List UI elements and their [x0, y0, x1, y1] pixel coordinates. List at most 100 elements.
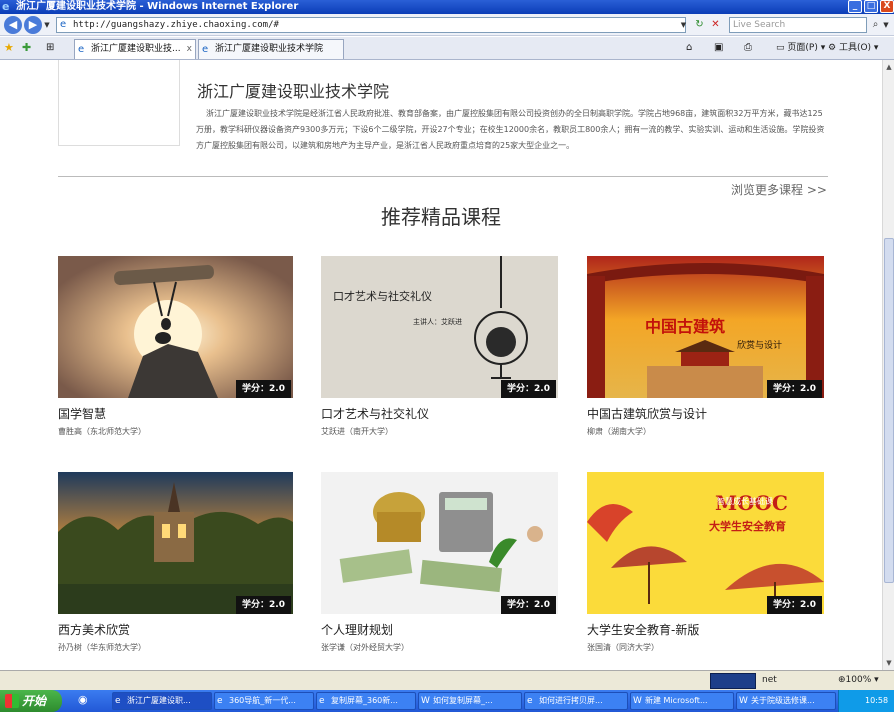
course-card-image[interactable]: 学分：2.0: [321, 472, 558, 614]
tools-menu[interactable]: ⚙ 工具(O) ▾: [828, 41, 878, 55]
stop-icon[interactable]: ✕: [708, 17, 723, 33]
address-bar-row: ◀ ▶ ▼ e http://guangshazy.zhiye.chaoxing…: [0, 14, 894, 36]
word-icon: W: [421, 696, 430, 706]
school-name: 浙江广厦建设职业技术学院: [197, 82, 390, 101]
course-title[interactable]: 个人理财规划: [321, 621, 393, 638]
history-dropdown-icon[interactable]: ▼: [42, 17, 52, 33]
refresh-icon[interactable]: ↻: [692, 17, 707, 33]
taskbar-item[interactable]: e 如何进行拷贝屏...: [524, 692, 628, 710]
minimize-button[interactable]: _: [848, 0, 862, 13]
course-thumbnail-microphone: 口才艺术与社交礼仪 主讲人：艾跃进: [321, 256, 558, 398]
tools-menu-label: 工具(O): [838, 43, 872, 53]
zoom-control[interactable]: ⊕100% ▾: [838, 671, 879, 690]
window-title: 浙江广厦建设职业技术学院 - Windows Internet Explorer: [16, 1, 299, 12]
course-thumbnail-money: [321, 472, 558, 614]
tab-close-icon[interactable]: x: [187, 40, 192, 59]
course-title[interactable]: 大学生安全教育-新版: [587, 621, 699, 638]
section-title: 推荐精品课程: [381, 205, 501, 229]
course-teacher: 张学谦（对外经贸大学）: [321, 643, 409, 652]
start-button[interactable]: 开始: [0, 690, 62, 712]
course-card-image[interactable]: 口才艺术与社交礼仪 主讲人：艾跃进 学分：2.0: [321, 256, 558, 398]
thumbnail-text: 口才艺术与社交礼仪: [333, 289, 432, 303]
thumbnail-text: 大学生安全教育: [709, 519, 786, 533]
taskbar-item-label: 关于院级选修课...: [751, 696, 815, 705]
taskbar: 开始 ◉ e 浙江广厦建设职... e 360导航_新一代... e 复制屏幕_360…: [0, 690, 894, 712]
address-dropdown-icon[interactable]: ▼: [676, 17, 691, 33]
print-icon[interactable]: ⎙: [744, 41, 752, 55]
favorites-star-icon[interactable]: ★: [4, 41, 14, 55]
thumbnail-text: 中国古建筑: [645, 317, 725, 336]
vertical-scrollbar[interactable]: ▲ ▼: [882, 60, 894, 670]
course-card-image[interactable]: 学分：2.0: [58, 256, 293, 398]
page-icon: e: [60, 19, 67, 30]
search-input[interactable]: Live Search: [729, 17, 867, 33]
thumbnail-subtext: 欣赏与设计: [737, 339, 782, 351]
ie-icon: e: [115, 696, 121, 706]
thumbnail-banner: 智慧成长基础课: [717, 496, 773, 506]
course-title[interactable]: 国学智慧: [58, 405, 106, 422]
course-teacher: 艾跃进（南开大学）: [321, 427, 393, 436]
thumbnail-subtext: 主讲人：艾跃进: [413, 317, 462, 326]
taskbar-item-label: 如何复制屏幕_...: [433, 696, 493, 705]
scroll-up-icon[interactable]: ▲: [884, 62, 894, 72]
taskbar-item[interactable]: W 关于院级选修课...: [736, 692, 836, 710]
quicklaunch-icon[interactable]: ◉: [78, 693, 88, 706]
ie-icon: e: [527, 696, 533, 706]
maximize-button[interactable]: □: [864, 0, 878, 13]
taskbar-item[interactable]: W 如何复制屏幕_...: [418, 692, 522, 710]
course-card-image[interactable]: 中国古建筑 欣赏与设计 学分：2.0: [587, 256, 824, 398]
more-courses-link[interactable]: 浏览更多课程 >>: [731, 181, 827, 198]
taskbar-item-label: 新建 Microsoft...: [645, 696, 708, 705]
course-teacher: 张国清（同济大学）: [587, 643, 659, 652]
clock: 10:58: [865, 696, 889, 705]
page-menu-label: 页面(P): [787, 43, 818, 53]
page-menu[interactable]: ▭ 页面(P) ▾: [776, 41, 825, 55]
course-card-image[interactable]: 学分：2.0: [58, 472, 293, 614]
taskbar-item[interactable]: W 新建 Microsoft...: [630, 692, 734, 710]
home-icon[interactable]: ⌂: [686, 41, 692, 55]
tab-active[interactable]: e 浙江广厦建设职业技... x: [74, 39, 196, 59]
credit-badge: 学分：2.0: [767, 596, 822, 614]
course-title[interactable]: 西方美术欣赏: [58, 621, 130, 638]
search-dropdown-icon[interactable]: ▼: [881, 17, 891, 33]
taskbar-item[interactable]: e 360导航_新一代...: [214, 692, 314, 710]
credit-badge: 学分：2.0: [236, 596, 291, 614]
taskbar-item-label: 360导航_新一代...: [229, 696, 296, 705]
quick-tabs-icon[interactable]: ⊞: [46, 41, 54, 55]
course-thumbnail-umbrellas: MOOC 智慧成长基础课 大学生安全教育: [587, 472, 824, 614]
start-label: 开始: [22, 694, 47, 708]
scrollbar-thumb[interactable]: [884, 238, 894, 583]
course-card-image[interactable]: MOOC 智慧成长基础课 大学生安全教育 学分：2.0: [587, 472, 824, 614]
back-button[interactable]: ◀: [4, 16, 22, 34]
course-thumbnail-church-painting: [58, 472, 293, 614]
taskbar-item[interactable]: e 复制屏幕_360新...: [316, 692, 416, 710]
school-description: 浙江广厦建设职业技术学院是经浙江省人民政府批准、教育部备案，由广厦控股集团有限公…: [196, 109, 825, 150]
tab-second[interactable]: e 浙江广厦建设职业技术学院: [198, 39, 344, 59]
taskbar-item[interactable]: e 浙江广厦建设职...: [112, 692, 212, 710]
forward-button[interactable]: ▶: [24, 16, 42, 34]
ie-icon: e: [319, 696, 325, 706]
ie-icon: e: [217, 696, 223, 706]
course-title[interactable]: 口才艺术与社交礼仪: [321, 405, 429, 422]
tab-page-icon: e: [202, 44, 209, 55]
course-thumbnail-palace: 中国古建筑 欣赏与设计: [587, 256, 824, 398]
divider: [58, 176, 828, 177]
course-title[interactable]: 中国古建筑欣赏与设计: [587, 405, 707, 422]
scroll-down-icon[interactable]: ▼: [884, 658, 894, 668]
credit-badge: 学分：2.0: [501, 596, 556, 614]
address-input[interactable]: e http://guangshazy.zhiye.chaoxing.com/#: [56, 17, 686, 33]
word-icon: W: [633, 696, 642, 706]
address-url: http://guangshazy.zhiye.chaoxing.com/#: [73, 20, 279, 30]
tab-bar: ★ ✚ ⊞ e 浙江广厦建设职业技... x e 浙江广厦建设职业技术学院 ⌂ …: [0, 37, 894, 60]
system-tray: 10:58: [838, 690, 894, 712]
close-window-button[interactable]: X: [880, 0, 894, 13]
tab-label: 浙江广厦建设职业技...: [91, 44, 181, 54]
ie-logo-icon: e: [2, 0, 10, 13]
ime-toolbar[interactable]: [710, 673, 756, 689]
feeds-icon[interactable]: ▣: [714, 41, 723, 55]
word-icon: W: [739, 696, 748, 706]
add-favorite-icon[interactable]: ✚: [22, 41, 31, 55]
course-teacher: 曹胜高（东北师范大学）: [58, 427, 146, 436]
status-bar: net ⊕100% ▾: [0, 670, 894, 690]
zoom-level: 100%: [845, 675, 872, 685]
